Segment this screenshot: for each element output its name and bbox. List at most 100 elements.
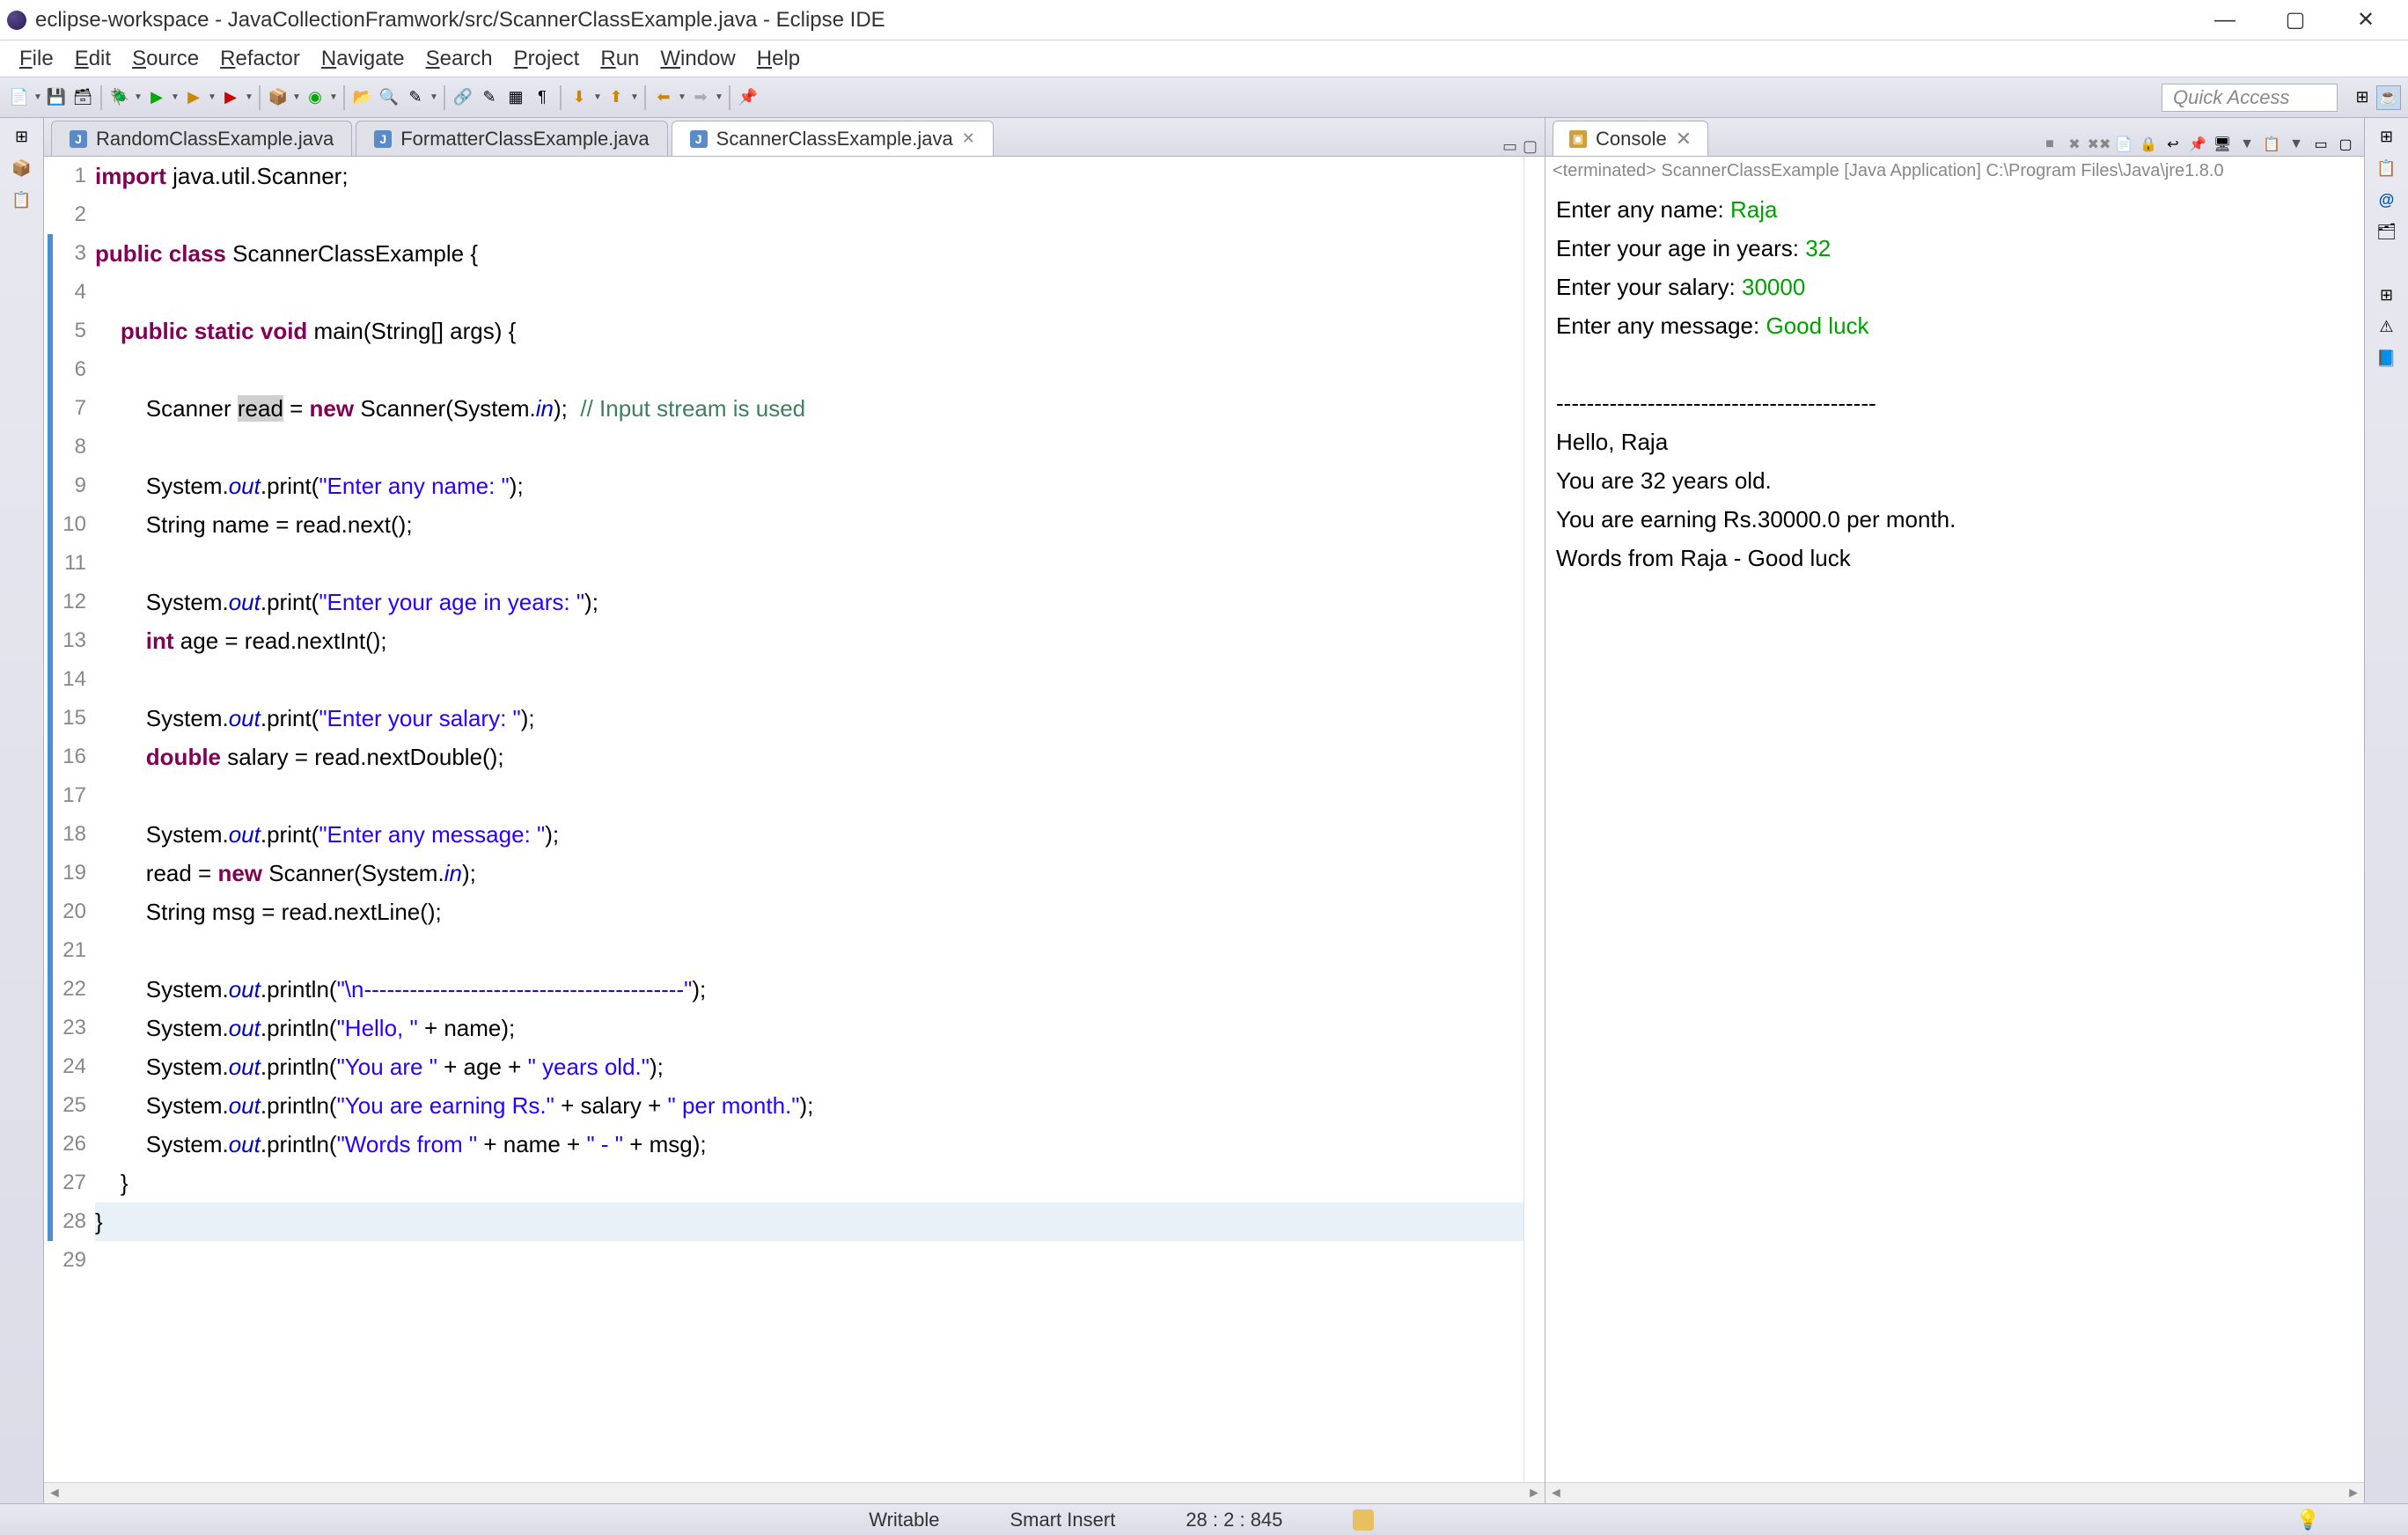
console-hscroll[interactable]: ◄► bbox=[1545, 1482, 2364, 1503]
package-explorer-icon[interactable]: 📦 bbox=[9, 155, 35, 181]
code-line[interactable]: 13 int age = read.nextInt(); bbox=[48, 621, 1523, 660]
editor-tab[interactable]: JFormatterClassExample.java bbox=[356, 121, 667, 156]
run-last-icon[interactable]: ▶ bbox=[218, 85, 243, 110]
show-whitespace-icon[interactable]: ¶ bbox=[530, 85, 554, 110]
menu-search[interactable]: Search bbox=[417, 43, 502, 75]
code-line[interactable]: 9 System.out.print("Enter any name: "); bbox=[48, 466, 1523, 505]
code-line[interactable]: 7 Scanner read = new Scanner(System.in);… bbox=[48, 389, 1523, 428]
word-wrap-icon[interactable]: ↩ bbox=[2162, 133, 2184, 156]
outline-right-icon[interactable]: 🗂 bbox=[2374, 218, 2400, 245]
close-icon[interactable]: ✕ bbox=[1676, 128, 1692, 151]
code-line[interactable]: 17 bbox=[48, 776, 1523, 815]
java-perspective-icon[interactable]: ☕ bbox=[2376, 85, 2401, 110]
menu-edit[interactable]: Edit bbox=[66, 43, 120, 75]
code-line[interactable]: 5 public static void main(String[] args)… bbox=[48, 312, 1523, 350]
code-line[interactable]: 18 System.out.print("Enter any message: … bbox=[48, 815, 1523, 854]
restore-bottom-icon[interactable]: ⊞ bbox=[2374, 282, 2400, 308]
code-line[interactable]: 21 bbox=[48, 931, 1523, 970]
code-line[interactable]: 11 bbox=[48, 544, 1523, 583]
code-line[interactable]: 23 System.out.println("Hello, " + name); bbox=[48, 1009, 1523, 1047]
code-line[interactable]: 27 } bbox=[48, 1164, 1523, 1202]
menu-source[interactable]: Source bbox=[123, 43, 208, 75]
console-tab[interactable]: ▣ Console ✕ bbox=[1553, 121, 1708, 156]
task-list-icon[interactable]: 📋 bbox=[2374, 155, 2400, 181]
code-line[interactable]: 15 System.out.print("Enter your salary: … bbox=[48, 699, 1523, 738]
code-line[interactable]: 16 double salary = read.nextDouble(); bbox=[48, 738, 1523, 776]
menu-file[interactable]: File bbox=[11, 43, 62, 75]
menu-help[interactable]: Help bbox=[748, 43, 809, 75]
open-perspective-icon[interactable]: ⊞ bbox=[2350, 85, 2375, 110]
scroll-lock-icon[interactable]: 🔒 bbox=[2137, 133, 2160, 156]
remove-launch-icon[interactable]: ✖ bbox=[2063, 133, 2086, 156]
minimize-button[interactable]: — bbox=[2207, 3, 2243, 38]
code-line[interactable]: 8 bbox=[48, 428, 1523, 466]
menu-navigate[interactable]: Navigate bbox=[312, 43, 414, 75]
code-line[interactable]: 24 System.out.println("You are " + age +… bbox=[48, 1047, 1523, 1086]
minimize-console-icon[interactable]: ▭ bbox=[2309, 133, 2332, 156]
code-line[interactable]: 19 read = new Scanner(System.in); bbox=[48, 854, 1523, 892]
save-icon[interactable]: 💾 bbox=[44, 85, 69, 110]
menu-project[interactable]: Project bbox=[505, 43, 589, 75]
code-line[interactable]: 29 bbox=[48, 1241, 1523, 1280]
editor-tab[interactable]: JScannerClassExample.java✕ bbox=[672, 121, 994, 156]
new-class-icon[interactable]: ◉ bbox=[303, 85, 327, 110]
restore-icon[interactable]: ⊞ bbox=[9, 123, 35, 150]
close-tab-icon[interactable]: ✕ bbox=[962, 129, 975, 148]
new-package-icon[interactable]: 📦 bbox=[266, 85, 290, 110]
search-icon[interactable]: 🔍 bbox=[377, 85, 401, 110]
editor-hscroll[interactable]: ◄► bbox=[44, 1482, 1545, 1503]
problems-icon[interactable]: ⚠ bbox=[2374, 313, 2400, 340]
pin-console-icon[interactable]: 📌 bbox=[2186, 133, 2209, 156]
menu-window[interactable]: Window bbox=[651, 43, 744, 75]
menu-run[interactable]: Run bbox=[591, 43, 648, 75]
javadoc-icon[interactable]: 📘 bbox=[2374, 345, 2400, 371]
code-line[interactable]: 1import java.util.Scanner; bbox=[48, 157, 1523, 195]
toggle-block-icon[interactable]: ▦ bbox=[503, 85, 528, 110]
new-icon[interactable]: 📄 bbox=[7, 85, 32, 110]
tip-icon[interactable] bbox=[1353, 1509, 1374, 1531]
editor-tab[interactable]: JRandomClassExample.java bbox=[51, 121, 352, 156]
pin-icon[interactable]: 📌 bbox=[736, 85, 760, 110]
next-annotation-icon[interactable]: ⬇ bbox=[567, 85, 591, 110]
console-output[interactable]: Enter any name: RajaEnter your age in ye… bbox=[1545, 185, 2364, 1482]
toggle-breadcrumb-icon[interactable]: 🔗 bbox=[451, 85, 475, 110]
toggle-mark-icon[interactable]: ✎ bbox=[477, 85, 502, 110]
at-icon[interactable]: @ bbox=[2374, 187, 2400, 213]
code-line[interactable]: 4 bbox=[48, 273, 1523, 312]
code-line[interactable]: 6 bbox=[48, 350, 1523, 389]
tip-of-day-icon[interactable]: 💡 bbox=[2296, 1509, 2320, 1531]
coverage-icon[interactable]: ▶ bbox=[181, 85, 206, 110]
outline-icon[interactable]: 📋 bbox=[9, 187, 35, 213]
forward-icon[interactable]: ➡ bbox=[688, 85, 713, 110]
restore-right-icon[interactable]: ⊞ bbox=[2374, 123, 2400, 150]
code-line[interactable]: 22 System.out.println("\n---------------… bbox=[48, 970, 1523, 1009]
menu-refactor[interactable]: Refactor bbox=[211, 43, 309, 75]
display-console-icon[interactable]: 🖥 bbox=[2211, 133, 2234, 156]
code-line[interactable]: 12 System.out.print("Enter your age in y… bbox=[48, 583, 1523, 621]
close-button[interactable]: ✕ bbox=[2348, 3, 2383, 38]
code-line[interactable]: 3public class ScannerClassExample { bbox=[48, 234, 1523, 273]
task-icon[interactable]: ✎ bbox=[403, 85, 428, 110]
code-line[interactable]: 10 String name = read.next(); bbox=[48, 505, 1523, 544]
debug-icon[interactable]: 🪲 bbox=[107, 85, 132, 110]
quick-access-input[interactable]: Quick Access bbox=[2162, 84, 2338, 112]
maximize-view-icon[interactable]: ▢ bbox=[1523, 137, 1538, 156]
save-all-icon[interactable]: 🗃 bbox=[70, 85, 95, 110]
code-line[interactable]: 28} bbox=[48, 1202, 1523, 1241]
code-line[interactable]: 14 bbox=[48, 660, 1523, 699]
remove-all-icon[interactable]: ✖✖ bbox=[2088, 133, 2111, 156]
back-icon[interactable]: ⬅ bbox=[651, 85, 676, 110]
code-line[interactable]: 2 bbox=[48, 195, 1523, 234]
clear-console-icon[interactable]: 📄 bbox=[2112, 133, 2135, 156]
maximize-console-icon[interactable]: ▢ bbox=[2334, 133, 2357, 156]
code-line[interactable]: 26 System.out.println("Words from " + na… bbox=[48, 1125, 1523, 1164]
code-editor[interactable]: 1import java.util.Scanner;23public class… bbox=[44, 157, 1545, 1482]
code-line[interactable]: 20 String msg = read.nextLine(); bbox=[48, 892, 1523, 931]
minimize-view-icon[interactable]: ▭ bbox=[1502, 137, 1517, 156]
prev-annotation-icon[interactable]: ⬆ bbox=[604, 85, 628, 110]
maximize-button[interactable]: ▢ bbox=[2278, 3, 2313, 38]
run-icon[interactable]: ▶ bbox=[144, 85, 169, 110]
open-console-icon[interactable]: 📋 bbox=[2260, 133, 2283, 156]
open-type-icon[interactable]: 📂 bbox=[350, 85, 375, 110]
code-line[interactable]: 25 System.out.println("You are earning R… bbox=[48, 1086, 1523, 1125]
